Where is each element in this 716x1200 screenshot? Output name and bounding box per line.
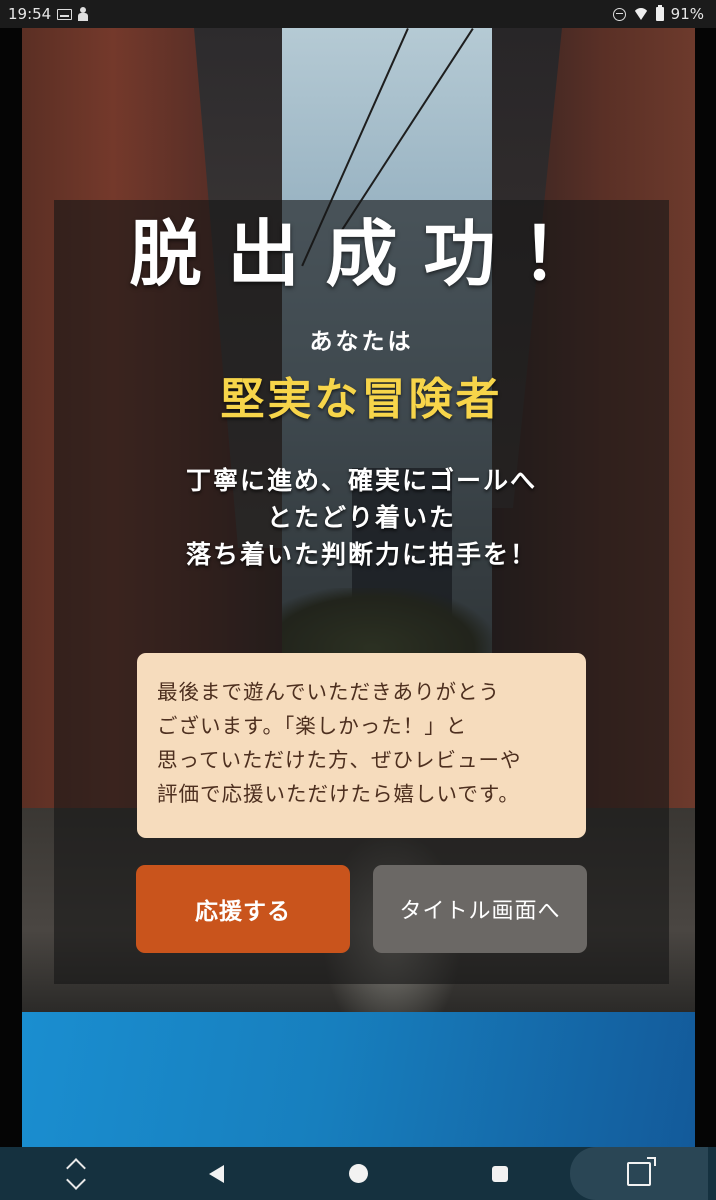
recents-button[interactable] [474,1147,526,1200]
battery-icon [655,5,664,21]
status-bar: 19:54 91% [0,0,716,28]
status-left: 19:54 [0,5,89,23]
rotate-button[interactable] [50,1147,102,1200]
alley-background-image: 脱出成功！ あなたは 堅実な冒険者 丁寧に進め、確実にゴールへ とたどり着いた … [22,28,695,1012]
thanks-line: 評価で応援いただけたら嬉しいです。 [157,782,520,806]
status-right: 91% [612,5,716,23]
home-icon [348,1164,368,1183]
battery-percent: 91% [670,5,704,23]
result-subtitle: あなたは [309,329,414,355]
back-icon [208,1164,224,1183]
wifi-icon [632,8,649,20]
thanks-message-box: 最後まで遊んでいただきありがとう ございます。「楽しかった！」と 思っていただけ… [137,653,586,838]
letterbox-left [0,28,22,1147]
description-line: とたどり着いた [266,503,456,532]
screenshot-crop-icon [627,1156,656,1186]
thanks-line: ございます。「楽しかった！」と [157,714,468,738]
screenshot-button[interactable] [570,1147,708,1200]
home-button[interactable] [332,1147,384,1200]
person-notification-icon [78,7,89,21]
result-panel: 脱出成功！ あなたは 堅実な冒険者 丁寧に進め、確実にゴールへ とたどり着いた … [54,200,669,984]
support-button[interactable]: 応援する [136,865,350,953]
status-time: 19:54 [8,5,52,23]
result-description: 丁寧に進め、確実にゴールへ とたどり着いた 落ち着いた判断力に拍手を！ [54,462,669,573]
result-title: 脱出成功！ [129,212,620,296]
do-not-disturb-icon [612,7,626,21]
description-line: 落ち着いた判断力に拍手を！ [185,540,537,569]
navigation-bar [0,1147,716,1200]
letterbox-right [695,28,716,1147]
back-button[interactable] [190,1147,242,1200]
phone-screen: 19:54 91% 脱出成功！ あなたは 堅実な冒険者 丁寧に進め、確実にゴール… [0,0,716,1200]
rotate-icon [66,1159,86,1189]
thanks-line: 最後まで遊んでいただきありがとう [157,680,500,704]
bottom-banner[interactable] [22,1012,695,1147]
description-line: 丁寧に進め、確実にゴールへ [185,466,537,495]
thanks-line: 思っていただけた方、ぜひレビューや [157,748,522,772]
result-type-name: 堅実な冒険者 [220,374,503,425]
image-notification-icon [57,8,73,20]
title-screen-button[interactable]: タイトル画面へ [373,865,587,953]
recents-icon [492,1165,508,1182]
